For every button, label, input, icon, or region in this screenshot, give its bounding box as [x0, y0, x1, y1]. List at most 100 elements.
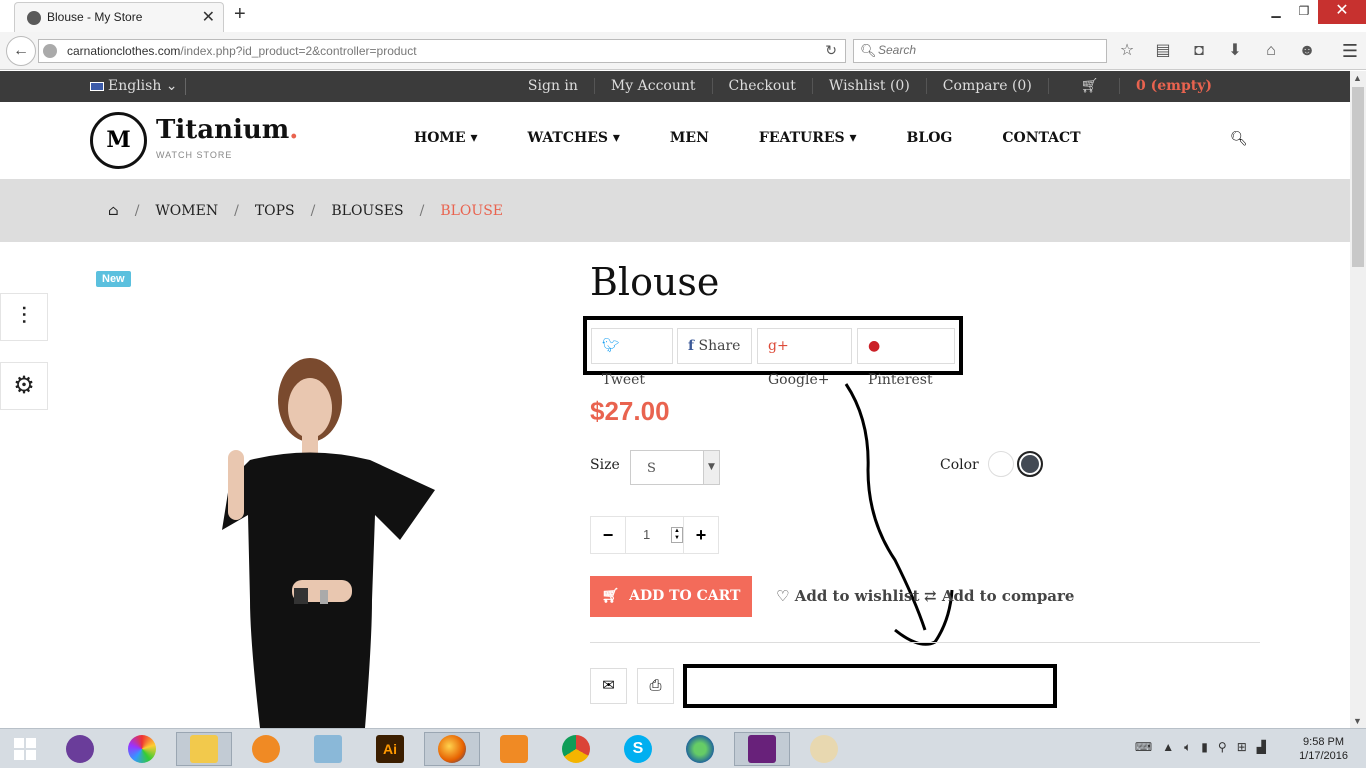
print-icon[interactable]: ⎙ — [637, 668, 674, 704]
add-to-compare-link[interactable]: ⇄ Add to compare — [924, 587, 1074, 605]
breadcrumb-item[interactable]: BLOUSES — [331, 203, 403, 219]
scroll-down-icon[interactable]: ▼ — [1353, 716, 1362, 726]
clock-date: 1/17/2016 — [1299, 750, 1348, 762]
taskbar-paint[interactable] — [796, 732, 852, 766]
product-image[interactable] — [110, 340, 480, 728]
account-links: Sign in My Account Checkout Wishlist (0)… — [512, 78, 1244, 94]
bookmark-star-icon[interactable]: ☆ — [1116, 40, 1138, 62]
logo-text[interactable]: Titanium. — [156, 115, 298, 145]
browser-search-input[interactable] — [878, 43, 1078, 57]
sliders-icon[interactable]: ⫶ — [0, 293, 48, 341]
nav-men[interactable]: MEN — [670, 130, 709, 146]
volume-icon[interactable]: 🔈︎ — [1184, 740, 1191, 755]
new-tab-icon[interactable]: + — [234, 3, 246, 26]
language-selector[interactable]: English ⌄ — [90, 78, 178, 94]
reading-list-icon[interactable]: ▤ — [1152, 40, 1174, 62]
my-account-link[interactable]: My Account — [593, 78, 712, 94]
wishlist-link[interactable]: Wishlist (0) — [811, 78, 926, 94]
taskbar-app-1[interactable] — [52, 732, 108, 766]
pinterest-button[interactable]: ● Pinterest — [857, 328, 955, 388]
system-tray: ⌨ ▲ 🔈︎ ▮ ⚲ ⊞ ▟ — [1135, 740, 1266, 755]
maximize-icon[interactable]: ❐ — [1290, 0, 1318, 24]
taskbar-file-explorer[interactable] — [176, 732, 232, 766]
nav-home[interactable]: HOME ▾ — [414, 130, 478, 146]
twitter-icon: 🐦︎ — [602, 338, 620, 354]
checkout-link[interactable]: Checkout — [711, 78, 812, 94]
taskbar-skype[interactable]: S — [610, 732, 666, 766]
logo-subtitle: WATCH STORE — [156, 150, 233, 160]
taskbar-chrome[interactable] — [548, 732, 604, 766]
photo-icon — [314, 735, 342, 763]
signal-icon[interactable]: ▟ — [1257, 740, 1266, 755]
nav-watches[interactable]: WATCHES ▾ — [528, 130, 620, 146]
pdf-icon — [500, 735, 528, 763]
increase-quantity-button[interactable]: + — [683, 517, 718, 553]
browser-search-box[interactable]: 🔍︎ — [853, 39, 1107, 63]
site-search-icon[interactable]: 🔍︎ — [1230, 130, 1248, 147]
taskbar-visual-studio[interactable] — [734, 732, 790, 766]
color-swatch-white[interactable] — [988, 451, 1014, 477]
back-arrow-icon[interactable]: ← — [6, 36, 36, 66]
home-icon[interactable]: ⌂ — [1260, 40, 1282, 62]
sign-in-link[interactable]: Sign in — [512, 78, 594, 94]
nav-contact[interactable]: CONTACT — [1002, 130, 1080, 146]
site-topbar: English ⌄ Sign in My Account Checkout Wi… — [0, 71, 1350, 102]
divider — [590, 642, 1260, 643]
start-button[interactable] — [0, 732, 50, 766]
taskbar-app-4[interactable] — [238, 732, 294, 766]
battery-icon[interactable]: ▮ — [1201, 740, 1208, 755]
tweet-button[interactable]: 🐦︎ Tweet — [591, 328, 673, 388]
compare-link[interactable]: Compare (0) — [925, 78, 1048, 94]
home-icon[interactable]: ⌂ — [108, 203, 119, 219]
scroll-up-icon[interactable]: ▲ — [1353, 73, 1362, 83]
breadcrumb-item[interactable]: WOMEN — [155, 203, 218, 219]
keyboard-icon[interactable]: ⌨ — [1135, 740, 1152, 755]
add-to-wishlist-link[interactable]: ♡ Add to wishlist — [776, 587, 919, 605]
cart-link[interactable]: 🛒︎ 0 (empty) — [1047, 78, 1244, 94]
logo-mark-icon[interactable]: M — [90, 112, 147, 169]
color-swatch-dark[interactable] — [1017, 451, 1043, 477]
network-icon[interactable]: ⚲ — [1218, 740, 1227, 755]
nav-features[interactable]: FEATURES ▾ — [759, 130, 857, 146]
breadcrumb-bar: ⌂ / WOMEN / TOPS / BLOUSES / BLOUSE — [0, 179, 1350, 242]
taskbar-illustrator[interactable]: Ai — [362, 732, 418, 766]
action-center-icon[interactable]: ⊞ — [1237, 740, 1247, 755]
emoji-icon[interactable]: ☻ — [1296, 40, 1318, 62]
gear-icon[interactable]: ⚙ — [0, 362, 48, 410]
menu-icon[interactable]: ☰ — [1342, 41, 1358, 62]
breadcrumb-item[interactable]: TOPS — [255, 203, 295, 219]
google-plus-button[interactable]: g+ Google+ — [757, 328, 852, 388]
window-close-icon[interactable]: ✕ — [1318, 0, 1366, 24]
taskbar-foxit[interactable] — [486, 732, 542, 766]
pocket-icon[interactable]: ◘ — [1188, 40, 1210, 62]
close-tab-icon[interactable]: ✕ — [202, 7, 215, 27]
picasa-icon — [128, 735, 156, 763]
decrease-quantity-button[interactable]: − — [591, 517, 626, 553]
taskbar-photos[interactable] — [300, 732, 356, 766]
minimize-icon[interactable]: ▁ — [1262, 0, 1290, 24]
email-icon[interactable]: ✉ — [590, 668, 627, 704]
folder-icon — [190, 735, 218, 763]
nav-blog[interactable]: BLOG — [907, 130, 953, 146]
spinner-icon[interactable]: ▲ ▼ — [671, 527, 683, 543]
url-bar[interactable]: carnationclothes.com/index.php?id_produc… — [38, 39, 846, 63]
page-scrollbar[interactable]: ▲ ▼ — [1350, 71, 1366, 728]
size-select[interactable]: S ▼ — [630, 450, 720, 485]
facebook-share-button[interactable]: f Share — [677, 328, 752, 364]
tray-up-icon[interactable]: ▲ — [1162, 740, 1174, 755]
heart-icon: ♡ — [776, 587, 790, 605]
product-price: $27.00 — [590, 396, 670, 426]
browser-tab[interactable]: Blouse - My Store ✕ — [14, 2, 224, 32]
taskbar-idm[interactable] — [672, 732, 728, 766]
new-badge: New — [96, 271, 131, 287]
facebook-icon: f — [688, 338, 695, 354]
breadcrumb-separator: / — [134, 203, 140, 219]
clock[interactable]: 9:58 PM 1/17/2016 — [1299, 735, 1348, 763]
quantity-value[interactable]: 1 — [643, 527, 650, 542]
scrollbar-thumb[interactable] — [1352, 87, 1364, 267]
add-to-cart-button[interactable]: 🛒︎ ADD TO CART — [590, 576, 752, 617]
reload-icon[interactable]: ↻ — [825, 42, 837, 59]
taskbar-picasa[interactable] — [114, 732, 170, 766]
download-icon[interactable]: ⬇ — [1224, 40, 1246, 62]
taskbar-firefox[interactable] — [424, 732, 480, 766]
